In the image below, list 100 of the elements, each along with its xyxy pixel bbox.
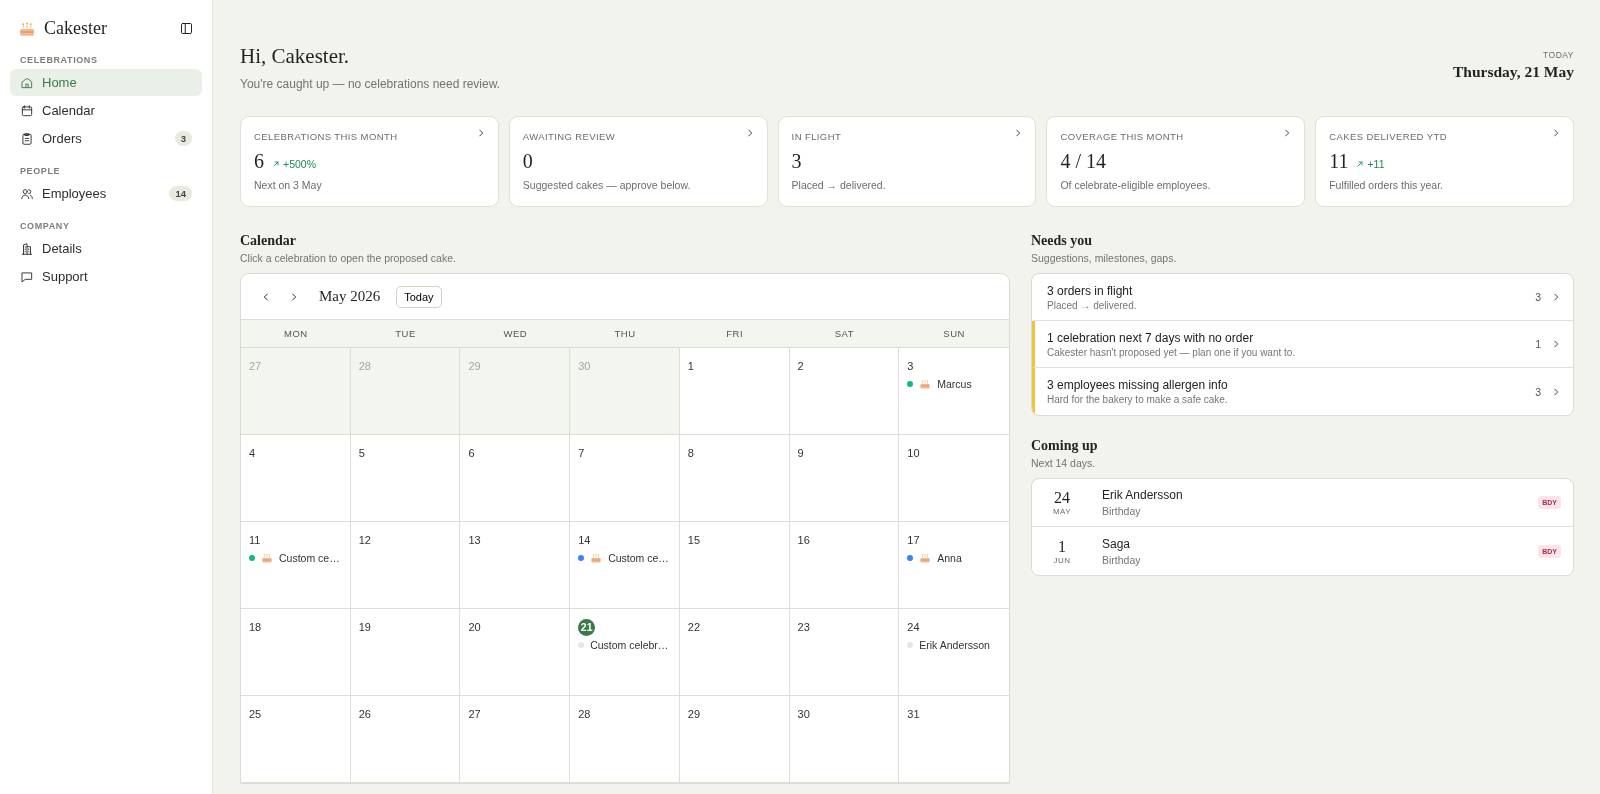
day-cell[interactable]: 22 xyxy=(679,609,790,696)
day-cell[interactable]: 9 xyxy=(789,435,900,522)
event-label[interactable]: Marcus xyxy=(937,378,972,390)
section-title: Coming up xyxy=(1031,438,1099,454)
day-cell[interactable]: 14 Custom ce… xyxy=(570,522,680,609)
section-title: Calendar xyxy=(240,233,297,249)
day-number: 6 xyxy=(468,446,475,461)
day-number: 11 xyxy=(249,533,261,548)
stat-card[interactable]: COVERAGE THIS MONTH 4 / 14 Of celebrate-eligible employees. xyxy=(1046,116,1306,207)
nav-item[interactable]: Support xyxy=(10,263,202,290)
today-button[interactable]: Today xyxy=(396,285,442,308)
clipboard-icon xyxy=(20,131,34,146)
day-number: 18 xyxy=(249,620,262,635)
sidebar-toggle-icon[interactable] xyxy=(179,21,194,36)
day-number: 28 xyxy=(358,359,371,374)
day-number: 20 xyxy=(468,620,481,635)
date-month: MAY xyxy=(1051,507,1073,516)
day-cell[interactable]: 25 xyxy=(241,696,351,783)
nav-label: Employees xyxy=(42,186,108,201)
event-label[interactable]: Custom celebr… xyxy=(590,639,669,651)
chevron-left-icon xyxy=(261,291,271,302)
day-cell[interactable]: 2 xyxy=(789,348,900,435)
nav-item[interactable]: Calendar xyxy=(10,97,202,124)
nav-item[interactable]: Home xyxy=(10,69,202,96)
item-count: 1 xyxy=(1535,338,1541,350)
event-type: Birthday xyxy=(1102,505,1142,517)
day-number: 21 xyxy=(578,619,596,636)
event-label[interactable]: Custom ce… xyxy=(279,552,340,564)
day-cell[interactable]: 19 xyxy=(350,609,461,696)
day-cell[interactable]: 28 xyxy=(570,696,680,783)
section-label: COMPANY xyxy=(19,220,71,233)
weekday-header: WED xyxy=(502,327,529,341)
day-number: 30 xyxy=(797,707,810,722)
day-cell[interactable]: 16 xyxy=(789,522,900,609)
day-cell[interactable]: 26 xyxy=(350,696,461,783)
chevron-right-icon xyxy=(1551,292,1561,302)
stat-note: Fulfilled orders this year. xyxy=(1329,179,1444,191)
weekday-header: MON xyxy=(283,327,309,341)
day-cell[interactable]: 6 xyxy=(460,435,571,522)
section-subtitle: Click a celebration to open the proposed cake. xyxy=(240,252,457,264)
brand-name: Cakester xyxy=(44,18,108,39)
day-number: 3 xyxy=(907,359,914,374)
chevron-right-icon xyxy=(1551,386,1561,397)
day-cell[interactable]: 23 xyxy=(789,609,900,696)
day-cell[interactable]: 13 xyxy=(460,522,571,609)
arrow-up-right-icon xyxy=(1356,160,1365,168)
weekday-header: TUE xyxy=(394,327,417,341)
day-cell[interactable]: 21 Custom celebr… xyxy=(570,609,680,696)
stat-card[interactable]: IN FLIGHT 3 Placed → delivered. xyxy=(777,116,1037,207)
item-title: 3 employees missing allergen info xyxy=(1047,378,1229,392)
day-cell[interactable]: 15 xyxy=(679,522,790,609)
stat-delta: +500% xyxy=(283,158,316,170)
day-cell[interactable]: 30 xyxy=(789,696,900,783)
stat-card[interactable]: CAKES DELIVERED YTD 11 +11 Fulfilled orders this year. xyxy=(1315,116,1574,207)
month-title: May 2026 xyxy=(319,288,381,305)
day-number: 16 xyxy=(797,533,810,548)
day-number: 30 xyxy=(578,359,591,374)
stat-value: 4 / 14 xyxy=(1060,150,1106,173)
day-number: 2 xyxy=(797,359,804,374)
day-cell[interactable]: 4 xyxy=(241,435,351,522)
event-label[interactable]: Custom ce… xyxy=(608,552,669,564)
day-number: 27 xyxy=(249,359,262,374)
count-badge: 3 xyxy=(174,131,192,146)
stat-card[interactable]: CELEBRATIONS THIS MONTH 6 +500% Next on 3 May xyxy=(240,116,499,207)
count-badge: 14 xyxy=(169,186,192,201)
stat-card[interactable]: AWAITING REVIEW 0 Suggested cakes — approve below. xyxy=(508,116,768,207)
nav-item[interactable]: Employees 14 xyxy=(10,180,202,207)
day-cell[interactable]: 20 xyxy=(460,609,571,696)
needs-item[interactable]: 3 orders in flight Placed → delivered. 3 xyxy=(1032,274,1573,321)
day-cell[interactable]: 7 xyxy=(570,435,680,522)
day-cell[interactable]: 8 xyxy=(679,435,790,522)
day-number: 25 xyxy=(249,707,262,722)
day-number: 9 xyxy=(797,446,804,461)
day-number: 1 xyxy=(687,359,694,374)
day-cell[interactable]: 5 xyxy=(350,435,461,522)
needs-item[interactable]: 3 employees missing allergen info Hard for the bakery to make a safe cake. 3 xyxy=(1032,368,1573,415)
day-number: 10 xyxy=(907,446,920,461)
day-number: 8 xyxy=(687,446,694,461)
home-icon xyxy=(20,75,34,90)
day-cell[interactable]: 29 xyxy=(679,696,790,783)
day-cell[interactable]: 12 xyxy=(350,522,461,609)
day-cell[interactable]: 18 xyxy=(241,609,351,696)
nav-item[interactable]: Orders 3 xyxy=(10,125,202,152)
day-cell[interactable]: 27 xyxy=(460,696,571,783)
weekday-header: SUN xyxy=(942,327,966,341)
stat-note: Of celebrate-eligible employees. xyxy=(1060,179,1212,191)
day-cell[interactable]: 11 Custom ce… xyxy=(241,522,351,609)
stat-label: IN FLIGHT xyxy=(791,131,843,142)
cake-icon xyxy=(919,552,932,564)
stat-delta: +11 xyxy=(1367,158,1385,170)
weekday-header: FRI xyxy=(725,327,745,341)
nav-label: Home xyxy=(42,75,78,90)
nav-item[interactable]: Details xyxy=(10,235,202,262)
day-number: 27 xyxy=(468,707,481,722)
event-label[interactable]: Erik Andersson xyxy=(919,639,990,651)
day-cell[interactable]: 1 xyxy=(679,348,790,435)
stat-value: 3 xyxy=(791,150,802,173)
event-label[interactable]: Anna xyxy=(937,552,962,564)
needs-item[interactable]: 1 celebration next 7 days with no order Cakester hasn't proposed yet — plan one if you want to. 1 xyxy=(1032,321,1573,368)
day-number: 15 xyxy=(687,533,701,548)
